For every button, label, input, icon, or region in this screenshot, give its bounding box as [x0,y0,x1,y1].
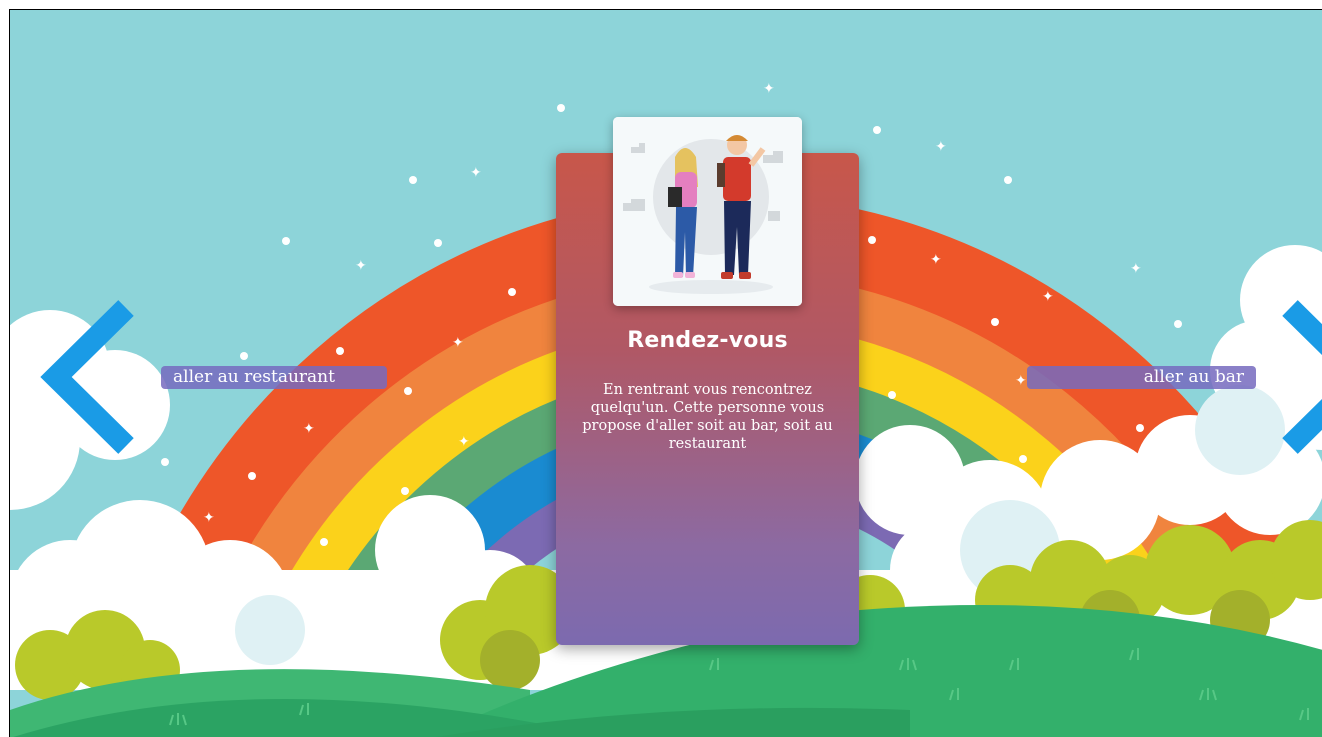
svg-text:✦: ✦ [1042,289,1054,305]
svg-text:✦: ✦ [935,139,947,155]
choice-bar-button[interactable]: aller au bar [1027,366,1256,389]
chevron-left-icon[interactable] [38,300,138,455]
card-description: En rentrant vous rencontrez quelqu'un. C… [582,382,833,452]
choice-restaurant-button[interactable]: aller au restaurant [161,366,387,389]
svg-text:✦: ✦ [1130,261,1142,277]
card-title: Rendez-vous [627,328,788,353]
svg-text:✦: ✦ [303,421,315,437]
svg-text:✦: ✦ [763,81,775,97]
svg-text:✦: ✦ [203,510,215,526]
svg-text:✦: ✦ [355,258,367,274]
couple-illustration-icon [613,117,802,306]
svg-text:✦: ✦ [1015,373,1027,389]
svg-text:✦: ✦ [930,252,942,268]
game-viewport: ✦ ✦ ✦ ✦ ✦ ✦ ✦ ✦ ✦ ✦ ✦ ✦ ✦ ✦ ✦ [9,9,1322,737]
svg-text:✦: ✦ [470,165,482,181]
svg-text:✦: ✦ [458,434,470,450]
chevron-right-icon[interactable] [1282,300,1322,455]
card-image [613,117,802,306]
svg-text:✦: ✦ [452,335,464,351]
